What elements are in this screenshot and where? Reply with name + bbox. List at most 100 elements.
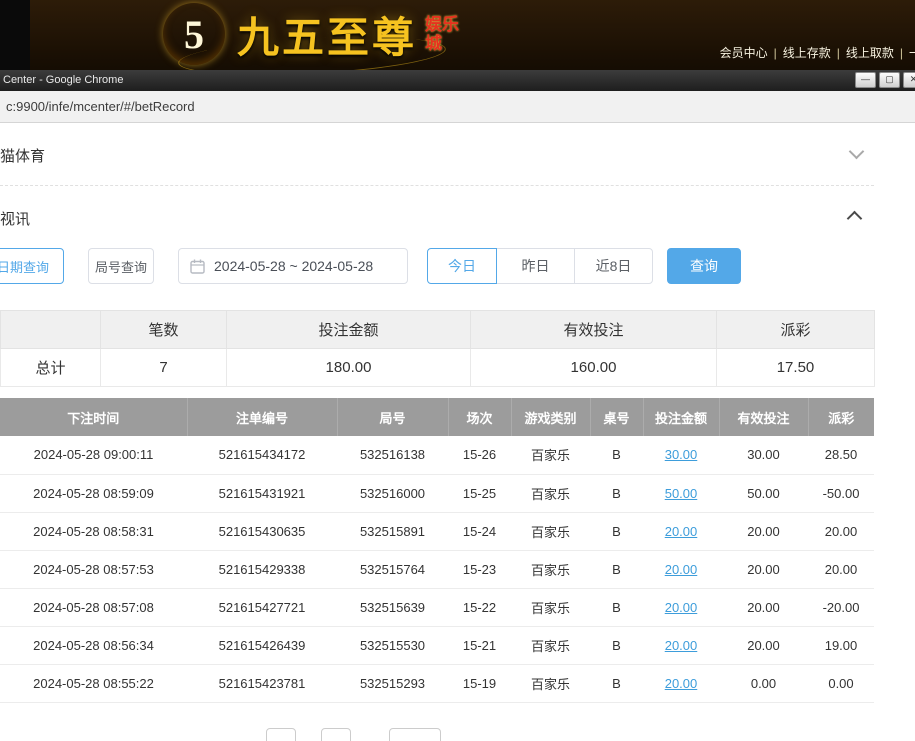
table-row: 2024-05-28 08:58:31 521615430635 5325158… (0, 512, 874, 550)
cell-session: 15-26 (448, 436, 511, 474)
summary-total-payout: 17.50 (717, 349, 875, 387)
cell-payout: -50.00 (808, 474, 874, 512)
header-round-no: 局号 (337, 398, 448, 436)
calendar-icon (190, 259, 205, 274)
logo-text: 九五至尊 (237, 4, 417, 65)
bet-amount-link[interactable]: 20.00 (665, 638, 698, 653)
yesterday-button[interactable]: 昨日 (496, 248, 575, 284)
cell-time: 2024-05-28 08:57:53 (0, 550, 187, 588)
cell-game: 百家乐 (511, 626, 590, 664)
cell-game: 百家乐 (511, 474, 590, 512)
round-query-button[interactable]: 局号查询 (88, 248, 154, 284)
cell-table: B (590, 550, 643, 588)
cell-payout: 20.00 (808, 512, 874, 550)
table-row: 2024-05-28 08:55:22 521615423781 5325152… (0, 664, 874, 702)
bet-amount-link[interactable]: 30.00 (665, 447, 698, 462)
logo-badge: 娱乐城 (425, 15, 465, 53)
cell-order: 521615430635 (187, 512, 337, 550)
cell-session: 15-24 (448, 512, 511, 550)
section-video-label[interactable]: 视讯 (0, 208, 30, 229)
pagination-next-button[interactable] (389, 728, 441, 741)
summary-total-label: 总计 (1, 349, 101, 387)
logo-coin-icon: 5 (163, 3, 225, 65)
cell-valid: 20.00 (719, 588, 808, 626)
pagination-page-button[interactable] (321, 728, 351, 741)
section-divider (0, 185, 874, 186)
header-table-no: 桌号 (590, 398, 643, 436)
summary-total-valid: 160.00 (471, 349, 717, 387)
last8days-button[interactable]: 近8日 (574, 248, 653, 284)
address-bar[interactable]: c:9900/infe/mcenter/#/betRecord (6, 99, 195, 114)
nav-online-deposit[interactable]: 线上存款 (783, 46, 831, 60)
pagination-prev-button[interactable] (266, 728, 296, 741)
cell-game: 百家乐 (511, 512, 590, 550)
summary-total-count: 7 (101, 349, 227, 387)
cell-session: 15-19 (448, 664, 511, 702)
bet-amount-link[interactable]: 20.00 (665, 524, 698, 539)
cell-table: B (590, 474, 643, 512)
minimize-button[interactable]: — (855, 72, 876, 88)
bet-amount-link[interactable]: 20.00 (665, 676, 698, 691)
nav-online-withdraw[interactable]: 线上取款 (846, 46, 894, 60)
table-row: 2024-05-28 08:59:09 521615431921 5325160… (0, 474, 874, 512)
summary-header-bet: 投注金额 (227, 311, 471, 349)
cell-order: 521615427721 (187, 588, 337, 626)
cell-round: 532516138 (337, 436, 448, 474)
cell-order: 521615423781 (187, 664, 337, 702)
cell-table: B (590, 588, 643, 626)
cell-table: B (590, 436, 643, 474)
casino-logo: 5 九五至尊 娱乐城 (163, 3, 465, 65)
bet-record-page: 猫体育 视讯 日期查询 局号查询 2024-05-28 ~ 2024-05-28… (0, 123, 915, 741)
date-range-value: 2024-05-28 ~ 2024-05-28 (214, 258, 373, 274)
cell-session: 15-25 (448, 474, 511, 512)
nav-separator: | (900, 46, 903, 60)
maximize-button[interactable]: ▢ (879, 72, 900, 88)
date-range-input[interactable]: 2024-05-28 ~ 2024-05-28 (178, 248, 408, 284)
bet-amount-link[interactable]: 20.00 (665, 600, 698, 615)
cell-order: 521615429338 (187, 550, 337, 588)
summary-header-valid: 有效投注 (471, 311, 717, 349)
table-row: 2024-05-28 09:00:11 521615434172 5325161… (0, 436, 874, 474)
chevron-down-icon[interactable] (849, 144, 865, 160)
nav-separator: | (837, 46, 840, 60)
cell-valid: 0.00 (719, 664, 808, 702)
section-sports-label[interactable]: 猫体育 (0, 145, 45, 166)
header-nav: 会员中心 | 线上存款 | 线上取款 | 一 (720, 44, 915, 61)
header-bet-amount: 投注金额 (643, 398, 719, 436)
window-title: Center - Google Chrome (3, 74, 123, 86)
bet-amount-link[interactable]: 50.00 (665, 486, 698, 501)
date-query-button[interactable]: 日期查询 (0, 248, 64, 284)
summary-header-count: 笔数 (101, 311, 227, 349)
cell-game: 百家乐 (511, 664, 590, 702)
table-row: 2024-05-28 08:57:53 521615429338 5325157… (0, 550, 874, 588)
summary-total-bet: 180.00 (227, 349, 471, 387)
bet-records-table: 下注时间 注单编号 局号 场次 游戏类别 桌号 投注金额 有效投注 派彩 202… (0, 398, 874, 703)
header-order-no: 注单编号 (187, 398, 337, 436)
header-valid-bet: 有效投注 (719, 398, 808, 436)
header-bet-time: 下注时间 (0, 398, 187, 436)
quick-date-group: 今日 昨日 近8日 (427, 248, 653, 284)
cell-time: 2024-05-28 08:58:31 (0, 512, 187, 550)
cell-order: 521615434172 (187, 436, 337, 474)
bet-amount-link[interactable]: 20.00 (665, 562, 698, 577)
cell-session: 15-22 (448, 588, 511, 626)
search-button[interactable]: 查询 (667, 248, 741, 284)
cell-round: 532516000 (337, 474, 448, 512)
browser-titlebar: Center - Google Chrome — ▢ ✕ (0, 70, 915, 91)
header-game-type: 游戏类别 (511, 398, 590, 436)
cell-time: 2024-05-28 08:55:22 (0, 664, 187, 702)
header-corner-block (0, 0, 30, 70)
cell-time: 2024-05-28 09:00:11 (0, 436, 187, 474)
cell-game: 百家乐 (511, 550, 590, 588)
browser-urlbar: c:9900/infe/mcenter/#/betRecord (0, 91, 915, 123)
today-button[interactable]: 今日 (427, 248, 497, 284)
nav-separator: | (774, 46, 777, 60)
cell-time: 2024-05-28 08:57:08 (0, 588, 187, 626)
summary-header-row: 笔数 投注金额 有效投注 派彩 (1, 311, 875, 349)
cell-valid: 30.00 (719, 436, 808, 474)
close-button[interactable]: ✕ (903, 72, 915, 88)
header-payout: 派彩 (808, 398, 874, 436)
nav-cutoff-link[interactable]: 一 (909, 46, 915, 60)
chevron-up-icon[interactable] (847, 211, 863, 227)
nav-member-center[interactable]: 会员中心 (720, 46, 768, 60)
